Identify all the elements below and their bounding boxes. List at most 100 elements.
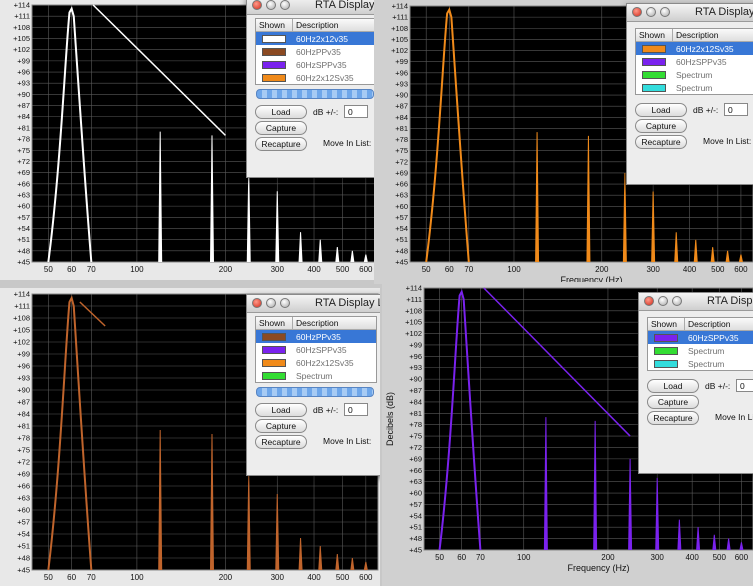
x-tick-label: 600	[359, 265, 373, 274]
legend-row[interactable]: 60HzSPPv35	[648, 331, 753, 344]
minimize-button[interactable]	[646, 7, 656, 17]
legend-row[interactable]: 60HzSPPv35	[636, 55, 753, 68]
y-tick-label: +54	[17, 530, 30, 539]
color-swatch[interactable]	[654, 346, 678, 355]
legend-row-label: 60HzPPv35	[296, 46, 341, 57]
color-swatch[interactable]	[642, 70, 666, 79]
color-swatch[interactable]	[262, 371, 286, 380]
db-input[interactable]: 0	[724, 103, 748, 116]
db-input[interactable]: 0	[736, 379, 753, 392]
x-tick-label: 500	[713, 553, 727, 562]
legend-row[interactable]: 60HzSPPv35	[256, 343, 376, 356]
color-swatch[interactable]	[642, 44, 666, 53]
legend-titlebar[interactable]: RTA Display Legend	[247, 0, 380, 15]
legend-titlebar[interactable]: RTA Display Legend	[247, 295, 380, 313]
y-tick-label: +90	[17, 386, 30, 395]
y-tick-label: +72	[17, 458, 30, 467]
color-swatch[interactable]	[262, 60, 286, 69]
col-shown-header[interactable]: Shown	[256, 317, 293, 329]
legend-row-label: 60HzSPPv35	[676, 56, 727, 67]
capture-button[interactable]: Capture	[255, 419, 307, 433]
recapture-button[interactable]: Recapture	[255, 435, 307, 449]
recapture-button[interactable]: Recapture	[647, 411, 699, 425]
y-tick-label: +108	[391, 24, 408, 33]
recapture-button[interactable]: Recapture	[635, 135, 687, 149]
color-swatch[interactable]	[262, 73, 286, 82]
legend-row[interactable]: 60HzPPv35	[256, 45, 376, 58]
color-swatch[interactable]	[262, 34, 286, 43]
col-description-header[interactable]: Description	[685, 318, 731, 330]
recapture-button[interactable]: Recapture	[255, 137, 307, 151]
zoom-button[interactable]	[660, 7, 670, 17]
color-swatch[interactable]	[262, 332, 286, 341]
y-tick-label: +84	[395, 113, 408, 122]
rta-window-bottom-left: +114 +111 +108 +105 +102 +99 +96 +93 +90 +87 +84 +8…	[0, 288, 380, 586]
legend-table[interactable]: Shown Description 60HzSPPv35 Spectrum Sp…	[647, 317, 753, 371]
minimize-button[interactable]	[266, 298, 276, 308]
color-swatch[interactable]	[642, 83, 666, 92]
zoom-button[interactable]	[672, 296, 682, 306]
x-tick-label: 400	[307, 573, 321, 582]
legend-row[interactable]: Spectrum	[648, 344, 753, 357]
load-button[interactable]: Load	[635, 103, 687, 117]
load-button[interactable]: Load	[255, 105, 307, 119]
db-input[interactable]: 0	[344, 105, 368, 118]
capture-button[interactable]: Capture	[255, 121, 307, 135]
close-button[interactable]	[644, 296, 654, 306]
x-tick-label: 200	[219, 265, 233, 274]
col-shown-header[interactable]: Shown	[648, 318, 685, 330]
legend-row-label: Spectrum	[688, 358, 725, 369]
load-button[interactable]: Load	[255, 403, 307, 417]
legend-table[interactable]: Shown Description 60HzPPv35 60HzSPPv35 6…	[255, 316, 377, 383]
legend-row[interactable]: Spectrum	[648, 357, 753, 370]
move-in-list-label: Move In List:	[715, 412, 753, 422]
legend-row[interactable]: 60HzSPPv35	[256, 58, 376, 71]
y-tick-label: +57	[17, 213, 30, 222]
y-tick-label: +111	[406, 295, 422, 304]
legend-window-bottom-left[interactable]: RTA Display Legend Shown Description 60H…	[246, 294, 380, 476]
y-tick-label: +75	[409, 432, 422, 441]
col-description-header[interactable]: Description	[673, 29, 719, 41]
legend-row[interactable]: 60Hz2x12Sv35	[636, 42, 753, 55]
legend-window-bottom-right[interactable]: RTA Display Legend Shown Description 60H…	[638, 292, 753, 474]
legend-row[interactable]: 60Hz2x12Sv35	[256, 356, 376, 369]
legend-row[interactable]: Spectrum	[636, 81, 753, 94]
col-description-header[interactable]: Description	[293, 317, 339, 329]
close-button[interactable]	[252, 0, 262, 10]
legend-titlebar[interactable]: RTA Display Legend	[627, 4, 753, 22]
col-description-header[interactable]: Description	[293, 19, 339, 31]
color-swatch[interactable]	[262, 47, 286, 56]
load-button[interactable]: Load	[647, 379, 699, 393]
db-input[interactable]: 0	[344, 403, 368, 416]
y-tick-label: +93	[409, 363, 422, 372]
minimize-button[interactable]	[658, 296, 668, 306]
capture-button[interactable]: Capture	[635, 119, 687, 133]
legend-row-label: 60HzSPPv35	[296, 59, 347, 70]
legend-row[interactable]: Spectrum	[636, 68, 753, 81]
y-tick-label: +60	[17, 202, 30, 211]
minimize-button[interactable]	[266, 0, 276, 10]
capture-button[interactable]: Capture	[647, 395, 699, 409]
y-tick-label: +51	[409, 523, 422, 532]
col-shown-header[interactable]: Shown	[636, 29, 673, 41]
color-swatch[interactable]	[262, 358, 286, 367]
legend-window-top-left[interactable]: RTA Display Legend Shown Description 60H…	[246, 0, 380, 178]
y-tick-label: +102	[13, 45, 30, 54]
col-shown-header[interactable]: Shown	[256, 19, 293, 31]
legend-titlebar[interactable]: RTA Display Legend	[639, 293, 753, 311]
legend-window-top-right[interactable]: RTA Display Legend Shown Description 60H…	[626, 3, 753, 185]
close-button[interactable]	[632, 7, 642, 17]
color-swatch[interactable]	[654, 333, 678, 342]
legend-row[interactable]: Spectrum	[256, 369, 376, 382]
legend-row[interactable]: 60Hz2x12v35	[256, 32, 376, 45]
legend-row[interactable]: 60Hz2x12Sv35	[256, 71, 376, 84]
legend-table[interactable]: Shown Description 60Hz2x12v35 60HzPPv35 …	[255, 18, 377, 85]
color-swatch[interactable]	[654, 359, 678, 368]
zoom-button[interactable]	[280, 298, 290, 308]
legend-table[interactable]: Shown Description 60Hz2x12Sv35 60HzSPPv3…	[635, 28, 753, 95]
zoom-button[interactable]	[280, 0, 290, 10]
close-button[interactable]	[252, 298, 262, 308]
legend-row[interactable]: 60HzPPv35	[256, 330, 376, 343]
color-swatch[interactable]	[642, 57, 666, 66]
color-swatch[interactable]	[262, 345, 286, 354]
